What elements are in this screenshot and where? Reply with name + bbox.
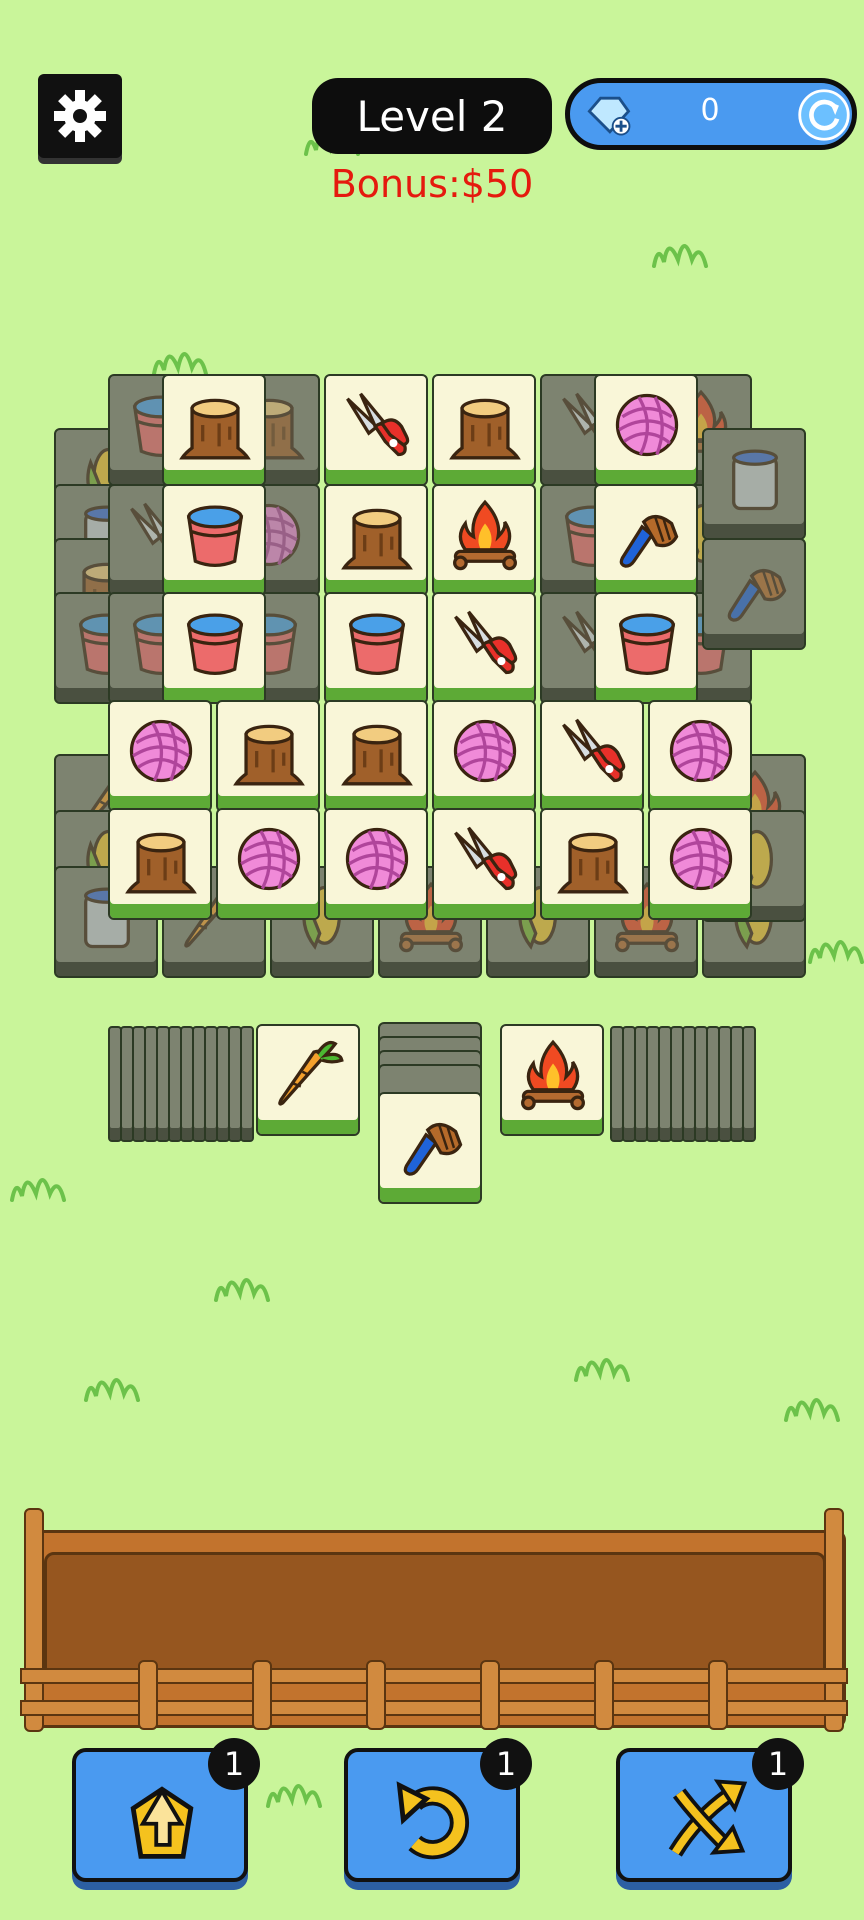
- tile-yarn[interactable]: [594, 374, 698, 486]
- grass-tuft-icon: [210, 1256, 280, 1306]
- undo-booster-button[interactable]: 1: [344, 1738, 532, 1882]
- tile-campfire[interactable]: [432, 484, 536, 596]
- tile-covered: [702, 428, 806, 540]
- grass-tuft-icon: [80, 1356, 150, 1406]
- shuffle-icon: [668, 1779, 748, 1857]
- pick-up-count: 1: [208, 1738, 260, 1790]
- refresh-icon[interactable]: [796, 87, 852, 143]
- pick-up-booster-button[interactable]: 1: [72, 1738, 260, 1882]
- shuffle-count: 1: [752, 1738, 804, 1790]
- tile-yarn[interactable]: [108, 700, 212, 812]
- tile-stump[interactable]: [432, 374, 536, 486]
- tile-stump[interactable]: [324, 700, 428, 812]
- tray-slots: [44, 1552, 826, 1678]
- undo-count: 1: [480, 1738, 532, 1790]
- pick-up-icon: [130, 1786, 194, 1859]
- tile-yarn[interactable]: [648, 808, 752, 920]
- gem-count: 0: [700, 93, 720, 128]
- tile-carrot[interactable]: [256, 1024, 360, 1136]
- grass-tuft-icon: [262, 1762, 332, 1812]
- grass-tuft-icon: [148, 330, 218, 380]
- grass-tuft-icon: [648, 222, 718, 272]
- grass-tuft-icon: [804, 918, 864, 968]
- shuffle-booster-button[interactable]: 1: [616, 1738, 804, 1882]
- tile-yarn[interactable]: [324, 808, 428, 920]
- tile-brush[interactable]: [378, 1092, 482, 1204]
- tile-stump[interactable]: [540, 808, 644, 920]
- tile-covered: [702, 538, 806, 650]
- tile-bucket[interactable]: [594, 592, 698, 704]
- tile-scissors[interactable]: [432, 592, 536, 704]
- undo-icon: [396, 1781, 469, 1860]
- tile-bucket[interactable]: [324, 592, 428, 704]
- tile-stump[interactable]: [324, 484, 428, 596]
- bonus-label: Bonus:$50: [330, 162, 534, 206]
- tile-stump[interactable]: [216, 700, 320, 812]
- level-indicator: Level 2: [312, 78, 552, 154]
- tile-bucket[interactable]: [162, 592, 266, 704]
- tile-bucket[interactable]: [162, 484, 266, 596]
- tile-brush[interactable]: [594, 484, 698, 596]
- settings-button[interactable]: [38, 74, 122, 158]
- tile-scissors[interactable]: [540, 700, 644, 812]
- level-label: Level 2: [356, 91, 508, 141]
- tile-yarn[interactable]: [216, 808, 320, 920]
- tile-stump[interactable]: [108, 808, 212, 920]
- gear-icon: [54, 90, 106, 142]
- tile-scissors[interactable]: [324, 374, 428, 486]
- tile-yarn[interactable]: [648, 700, 752, 812]
- grass-tuft-icon: [780, 1376, 850, 1426]
- tile-stump[interactable]: [162, 374, 266, 486]
- tile-scissors[interactable]: [432, 808, 536, 920]
- tile-campfire[interactable]: [500, 1024, 604, 1136]
- tile-yarn[interactable]: [432, 700, 536, 812]
- add-gem-icon[interactable]: [580, 87, 636, 143]
- grass-tuft-icon: [570, 1336, 640, 1386]
- gem-counter: 0: [565, 78, 857, 150]
- grass-tuft-icon: [6, 1156, 76, 1206]
